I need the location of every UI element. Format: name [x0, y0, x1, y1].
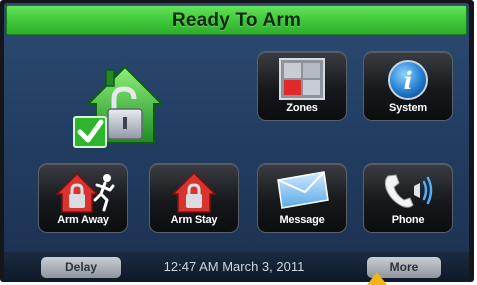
arm-status-text: Ready To Arm	[171, 10, 302, 31]
info-icon: i	[386, 58, 430, 107]
house-lock-check-icon	[70, 59, 180, 149]
arm-away-button[interactable]: Arm Away	[38, 163, 128, 233]
message-button[interactable]: Message	[257, 163, 347, 233]
date-time-display: 12:47 AM March 3, 2011	[163, 259, 305, 274]
pointer-arrow-icon	[367, 272, 387, 285]
phone-icon	[380, 170, 436, 217]
arm-stay-button[interactable]: Arm Stay	[149, 163, 239, 233]
arm-away-icon	[51, 170, 115, 219]
delay-button[interactable]: Delay	[41, 257, 121, 278]
zones-button[interactable]: Zones	[257, 51, 347, 121]
arm-away-label: Arm Away	[57, 214, 109, 226]
phone-button[interactable]: Phone	[363, 163, 453, 233]
svg-text:i: i	[403, 66, 412, 95]
phone-label: Phone	[391, 214, 425, 226]
system-label: System	[389, 102, 427, 114]
system-button[interactable]: i System	[363, 51, 453, 121]
envelope-icon	[274, 170, 330, 215]
arm-stay-icon	[169, 170, 219, 219]
zones-icon	[279, 58, 325, 105]
status-bar: Ready To Arm	[6, 5, 467, 35]
panel-frame: Ready To Arm Zones i System Arm Away Arm…	[0, 0, 474, 282]
touchscreen: Ready To Arm Zones i System Arm Away Arm…	[4, 3, 469, 282]
zones-label: Zones	[286, 102, 318, 114]
message-label: Message	[279, 214, 325, 226]
arm-stay-label: Arm Stay	[170, 214, 218, 226]
bottom-bar: Delay 12:47 AM March 3, 2011 More	[4, 252, 469, 282]
